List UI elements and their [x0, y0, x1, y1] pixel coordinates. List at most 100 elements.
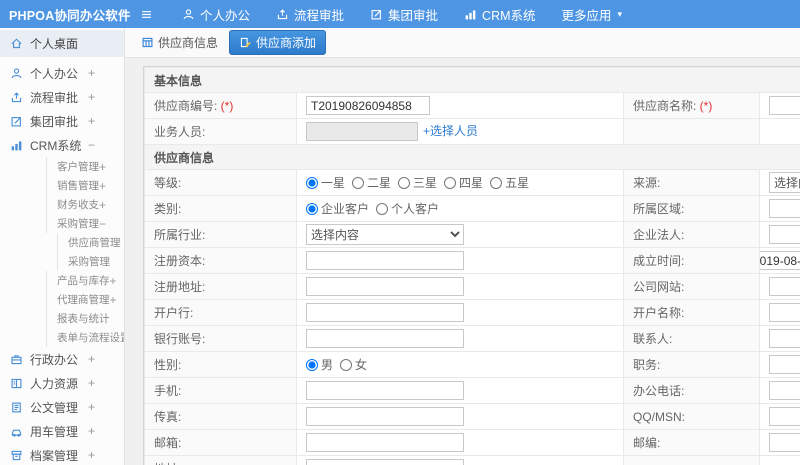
expand-plus-icon[interactable]: +: [110, 275, 125, 287]
source-select[interactable]: 选择内容: [769, 172, 800, 193]
sidebar-item-personal-desktop[interactable]: 个人桌面: [0, 30, 124, 57]
category-field-cell: 企业客户 个人客户: [296, 195, 624, 222]
email-input[interactable]: [306, 433, 464, 452]
nav-item-label: 更多应用: [561, 8, 612, 23]
founded-date-input[interactable]: [760, 251, 800, 270]
region-input[interactable]: [769, 199, 800, 218]
expand-plus-icon[interactable]: +: [88, 67, 124, 79]
sidebar-item-customer-mgmt[interactable]: 客户管理 +: [46, 157, 124, 176]
sidebar-item-finance[interactable]: 财务收支 +: [46, 195, 124, 214]
sidebar-item-admin-office[interactable]: 行政办公 +: [0, 347, 124, 371]
level-radio-input-3[interactable]: [444, 177, 457, 189]
bank-account-field-cell: [296, 325, 624, 352]
sidebar-item-label: 集团审批: [30, 114, 79, 129]
registered-address-input[interactable]: [306, 277, 464, 296]
level-radio-input-2[interactable]: [398, 177, 411, 189]
sidebar-item-purchase-mgmt-sub[interactable]: 采购管理: [57, 252, 124, 271]
nav-item-group-approval[interactable]: 集团审批: [357, 0, 451, 28]
expand-plus-icon[interactable]: +: [88, 115, 124, 127]
nav-item-personal-office[interactable]: 个人办公: [169, 0, 263, 28]
sidebar-item-flow-approval[interactable]: 流程审批 +: [0, 85, 124, 109]
expand-plus-icon[interactable]: +: [99, 161, 124, 173]
sidebar-item-agent-mgmt[interactable]: 代理商管理 +: [46, 290, 124, 309]
sidebar-item-purchase-mgmt[interactable]: 采购管理 −: [46, 214, 124, 233]
gender-radio-1[interactable]: 女: [340, 358, 367, 372]
sidebar-item-supplier-mgmt[interactable]: 供应商管理: [57, 233, 124, 252]
nav-item-crm[interactable]: CRM系统: [451, 0, 548, 28]
gender-radio-input-1[interactable]: [340, 359, 353, 371]
level-radio-0[interactable]: 一星: [306, 176, 345, 190]
expand-plus-icon[interactable]: +: [88, 401, 124, 413]
qq-msn-input[interactable]: [769, 407, 800, 426]
level-radio-4[interactable]: 五星: [490, 176, 529, 190]
level-radio-3[interactable]: 四星: [444, 176, 483, 190]
supplier-form-panel: 基本信息供应商编号: (*) 供应商名称: (*) 业务人员: +选择人员供应商信息等…: [143, 66, 800, 465]
flow-icon: [10, 91, 23, 104]
tab-supplier-add[interactable]: 供应商添加: [229, 30, 327, 55]
category-radio-input-1[interactable]: [376, 203, 389, 215]
nav-item-flow-approval[interactable]: 流程审批: [263, 0, 357, 28]
website-input[interactable]: [769, 277, 800, 296]
account-name-input[interactable]: [769, 303, 800, 322]
sidebar-item-crm[interactable]: CRM系统 −: [0, 133, 124, 157]
supplier-no-input[interactable]: [306, 96, 430, 115]
zip-input[interactable]: [769, 433, 800, 452]
sidebar-item-sales-mgmt[interactable]: 销售管理 +: [46, 176, 124, 195]
level-radio-input-0[interactable]: [306, 177, 318, 189]
bank-field-cell: [296, 299, 624, 326]
expand-plus-icon[interactable]: +: [88, 91, 124, 103]
industry-select[interactable]: 选择内容: [306, 224, 464, 245]
mobile-field-cell: [296, 377, 624, 404]
expand-plus-icon[interactable]: +: [99, 180, 124, 192]
level-radio-input-4[interactable]: [490, 177, 503, 189]
office-phone-input[interactable]: [769, 381, 800, 400]
level-radio-1[interactable]: 二星: [352, 176, 391, 190]
sidebar-item-personal-office[interactable]: 个人办公 +: [0, 61, 124, 85]
level-radio-input-1[interactable]: [352, 177, 365, 189]
expand-plus-icon[interactable]: +: [99, 199, 124, 211]
expand-plus-icon[interactable]: +: [88, 449, 124, 461]
sidebar-item-archive-mgmt[interactable]: 档案管理 +: [0, 443, 124, 465]
sidebar-item-vehicle-mgmt[interactable]: 用车管理 +: [0, 419, 124, 443]
business-person-picker-link[interactable]: +选择人员: [423, 124, 478, 138]
collapse-minus-icon[interactable]: −: [99, 218, 124, 230]
nav-item-label: 集团审批: [388, 8, 439, 23]
qq-msn-label: QQ/MSN:: [623, 403, 760, 430]
gender-radio-input-0[interactable]: [306, 359, 318, 371]
level-radio-2[interactable]: 三星: [398, 176, 437, 190]
mobile-input[interactable]: [306, 381, 464, 400]
sidebar-item-reports-stats[interactable]: 报表与统计: [46, 309, 124, 328]
address-input[interactable]: [306, 459, 464, 465]
expand-plus-icon[interactable]: +: [88, 377, 124, 389]
collapse-minus-icon[interactable]: −: [88, 139, 124, 151]
supplier-name-input[interactable]: [769, 96, 800, 115]
account-name-label: 开户名称:: [623, 299, 760, 326]
contact-input[interactable]: [769, 329, 800, 348]
legal-person-input[interactable]: [769, 225, 800, 244]
sidebar-item-products-inventory[interactable]: 产品与库存 +: [46, 271, 124, 290]
sidebar-item-group-approval[interactable]: 集团审批 +: [0, 109, 124, 133]
category-radio-input-0[interactable]: [306, 203, 318, 215]
sidebar-item-form-flow-settings[interactable]: 表单与流程设置+: [46, 328, 124, 347]
tab-supplier-info-list[interactable]: 供应商信息: [134, 31, 225, 54]
business-person-input[interactable]: [306, 122, 418, 142]
expand-plus-icon[interactable]: +: [88, 353, 124, 365]
gender-radio-0[interactable]: 男: [306, 358, 333, 372]
sidebar-item-label: 档案管理: [30, 448, 79, 463]
radio-label: 二星: [367, 176, 392, 190]
category-radio-0[interactable]: 企业客户: [306, 202, 369, 216]
category-radio-1[interactable]: 个人客户: [376, 202, 439, 216]
bank-input[interactable]: [306, 303, 464, 322]
nav-item-more-apps[interactable]: 更多应用 ▾: [549, 0, 636, 28]
expand-plus-icon[interactable]: +: [110, 294, 125, 306]
sidebar-item-document-mgmt[interactable]: 公文管理 +: [0, 395, 124, 419]
bank-account-input[interactable]: [306, 329, 464, 348]
position-label: 职务:: [623, 351, 760, 378]
fax-input[interactable]: [306, 407, 464, 426]
sidebar-item-hr[interactable]: 人力资源 +: [0, 371, 124, 395]
position-input[interactable]: [769, 355, 800, 374]
expand-plus-icon[interactable]: +: [88, 425, 124, 437]
registered-capital-input[interactable]: [306, 251, 464, 270]
menu-icon[interactable]: [140, 8, 153, 21]
nav-item-label: CRM系统: [482, 8, 536, 23]
